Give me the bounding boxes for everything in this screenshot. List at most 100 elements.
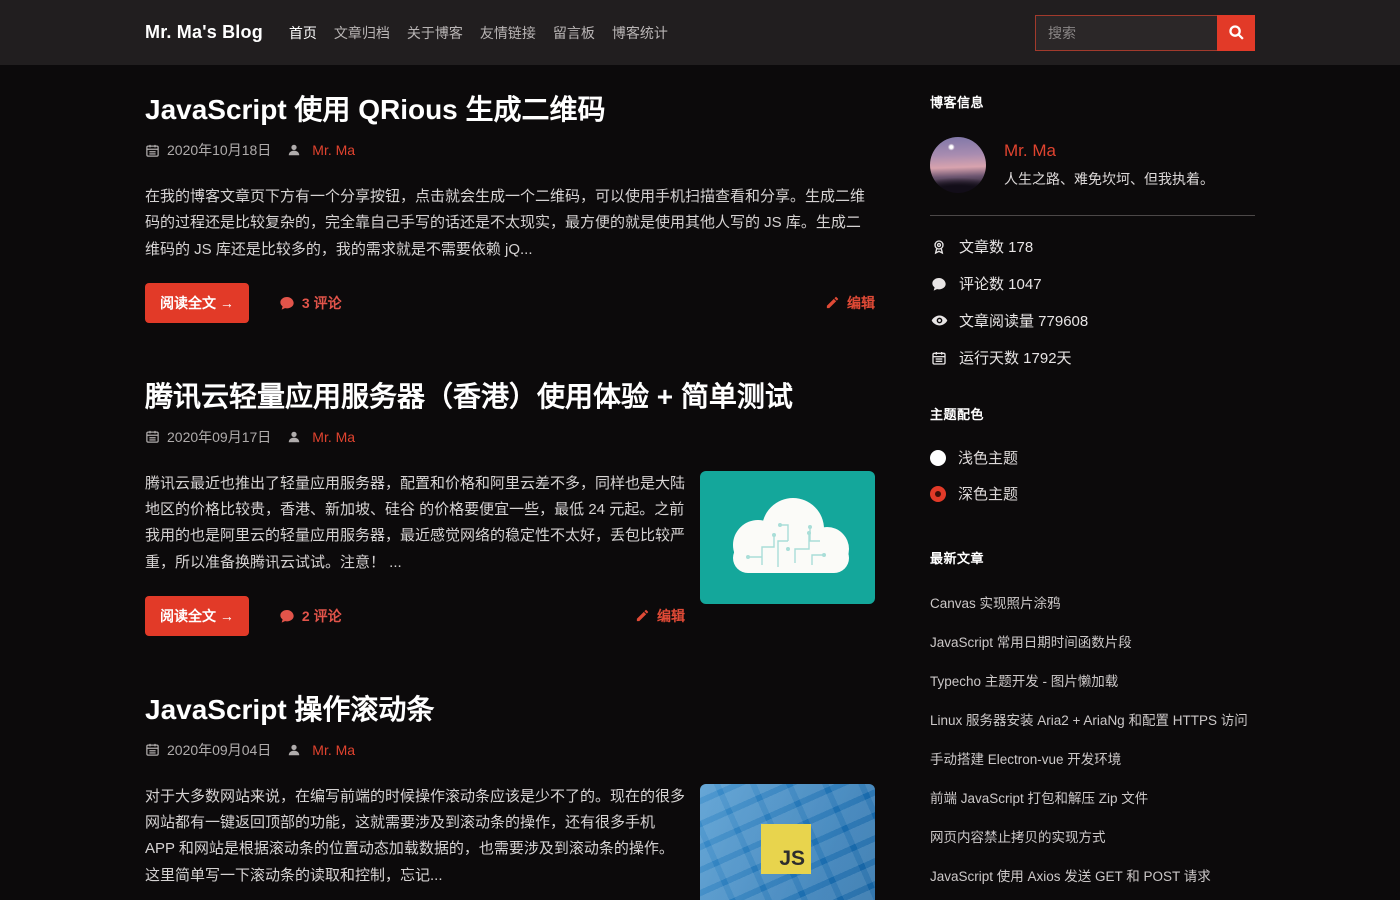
post-thumbnail-cloud[interactable]	[700, 471, 875, 604]
post-author-link[interactable]: Mr. Ma	[312, 142, 355, 158]
js-logo-icon: JS	[761, 824, 811, 874]
calendar-icon	[145, 742, 160, 757]
nav-item-archive[interactable]: 文章归档	[334, 23, 390, 43]
medal-icon	[930, 239, 948, 255]
post-author-link[interactable]: Mr. Ma	[312, 742, 355, 758]
nav-item-statistics[interactable]: 博客统计	[612, 23, 668, 43]
post-card: 腾讯云轻量应用服务器（香港）使用体验 + 简单测试 2020年09月17日	[145, 379, 875, 636]
read-more-button[interactable]: 阅读全文 →	[145, 596, 249, 636]
edit-link[interactable]: 编辑	[825, 293, 875, 313]
stat-label: 评论数 1047	[959, 273, 1042, 294]
theme-option-label: 浅色主题	[958, 447, 1018, 468]
profile-motto: 人生之路、难免坎坷、但我执着。	[1004, 169, 1214, 189]
edit-label: 编辑	[657, 606, 685, 626]
post-excerpt: 腾讯云最近也推出了轻量应用服务器，配置和价格和阿里云差不多，同样也是大陆地区的价…	[145, 471, 685, 576]
radio-light-icon[interactable]	[930, 450, 946, 466]
cloud-circuit-icon	[733, 498, 849, 573]
nav-item-home[interactable]: 首页	[289, 23, 317, 43]
comment-bubble-icon	[279, 295, 295, 311]
stat-label: 运行天数 1792天	[959, 347, 1072, 368]
sidebar: 博客信息 Mr. Ma 人生之路、难免坎坷、但我执着。 文章数 178	[930, 92, 1255, 900]
recent-post-item: Typecho 主题开发 - 图片懒加载	[930, 670, 1255, 691]
post-excerpt: 对于大多数网站来说，在编写前端的时候操作滚动条应该是少不了的。现在的很多网站都有…	[145, 784, 685, 889]
recent-post-link[interactable]: Canvas 实现照片涂鸦	[930, 596, 1061, 611]
post-card: JavaScript 操作滚动条 2020年09月04日 Mr.	[145, 692, 875, 900]
post-date: 2020年09月04日	[167, 740, 271, 760]
post-title-link[interactable]: JavaScript 使用 QRious 生成二维码	[145, 92, 606, 127]
recent-posts-title: 最新文章	[930, 548, 1255, 567]
stat-label: 文章数 178	[959, 236, 1033, 257]
post-meta: 2020年10月18日 Mr. Ma	[145, 140, 875, 160]
top-navbar: Mr. Ma's Blog 首页 文章归档 关于博客 友情链接 留言板 博客统计	[0, 0, 1400, 65]
nav-item-about[interactable]: 关于博客	[407, 23, 463, 43]
nav-item-links[interactable]: 友情链接	[480, 23, 536, 43]
stat-label: 文章阅读量 779608	[959, 310, 1088, 331]
search-input[interactable]	[1035, 15, 1217, 51]
recent-post-link[interactable]: 手动搭建 Electron-vue 开发环境	[930, 752, 1121, 767]
site-brand[interactable]: Mr. Ma's Blog	[145, 22, 263, 43]
user-icon	[287, 743, 301, 757]
comments-count: 2 评论	[302, 606, 342, 626]
radio-dark-checked-icon[interactable]	[930, 486, 946, 502]
recent-post-link[interactable]: Typecho 主题开发 - 图片懒加载	[930, 674, 1118, 689]
profile-card: Mr. Ma 人生之路、难免坎坷、但我执着。	[930, 137, 1255, 193]
recent-post-item: Linux 服务器安装 Aria2 + AriaNg 和配置 HTTPS 访问	[930, 709, 1255, 730]
edit-link[interactable]: 编辑	[635, 606, 685, 626]
read-more-button[interactable]: 阅读全文 →	[145, 283, 249, 323]
post-author-link[interactable]: Mr. Ma	[312, 429, 355, 445]
eye-icon	[930, 312, 948, 329]
search-widget	[1035, 15, 1255, 51]
post-card: JavaScript 使用 QRious 生成二维码 2020年10月18日	[145, 92, 875, 323]
theme-option-dark[interactable]: 深色主题	[930, 483, 1255, 504]
search-button[interactable]	[1217, 15, 1255, 51]
recent-post-link[interactable]: JavaScript 常用日期时间函数片段	[930, 635, 1132, 650]
user-icon	[287, 143, 301, 157]
comments-count: 3 评论	[302, 293, 342, 313]
recent-post-link[interactable]: 前端 JavaScript 打包和解压 Zip 文件	[930, 791, 1148, 806]
avatar	[930, 137, 986, 193]
recent-post-item: Canvas 实现照片涂鸦	[930, 592, 1255, 613]
stat-read-count: 文章阅读量 779608	[930, 310, 1255, 331]
calendar-icon	[145, 429, 160, 444]
profile-name-link[interactable]: Mr. Ma	[1004, 141, 1214, 161]
user-icon	[287, 430, 301, 444]
recent-post-link[interactable]: Linux 服务器安装 Aria2 + AriaNg 和配置 HTTPS 访问	[930, 713, 1248, 728]
post-date: 2020年10月18日	[167, 140, 271, 160]
comments-link[interactable]: 3 评论	[279, 293, 342, 313]
edit-label: 编辑	[847, 293, 875, 313]
recent-post-item: 前端 JavaScript 打包和解压 Zip 文件	[930, 787, 1255, 808]
nav-item-guestbook[interactable]: 留言板	[553, 23, 595, 43]
blog-stats: 文章数 178 评论数 1047 文章阅读量 779608	[930, 236, 1255, 368]
recent-posts-list: Canvas 实现照片涂鸦 JavaScript 常用日期时间函数片段 Type…	[930, 592, 1255, 900]
post-date: 2020年09月17日	[167, 427, 271, 447]
recent-post-item: JavaScript 常用日期时间函数片段	[930, 631, 1255, 652]
pencil-icon	[825, 295, 840, 310]
calendar-icon	[930, 350, 948, 366]
search-icon	[1228, 24, 1245, 41]
theme-option-label: 深色主题	[958, 483, 1018, 504]
theme-section-title: 主题配色	[930, 404, 1255, 423]
recent-post-item: 网页内容禁止拷贝的实现方式	[930, 826, 1255, 847]
post-title-link[interactable]: JavaScript 操作滚动条	[145, 692, 434, 727]
comment-bubble-icon	[279, 608, 295, 624]
post-title-link[interactable]: 腾讯云轻量应用服务器（香港）使用体验 + 简单测试	[145, 379, 793, 414]
blog-info-title: 博客信息	[930, 92, 1255, 111]
calendar-icon	[145, 143, 160, 158]
post-meta: 2020年09月17日 Mr. Ma	[145, 427, 875, 447]
stat-running-days: 运行天数 1792天	[930, 347, 1255, 368]
post-meta: 2020年09月04日 Mr. Ma	[145, 740, 875, 760]
recent-post-item: JavaScript 使用 Axios 发送 GET 和 POST 请求	[930, 865, 1255, 886]
comment-icon	[930, 276, 948, 292]
pencil-icon	[635, 608, 650, 623]
post-list: JavaScript 使用 QRious 生成二维码 2020年10月18日	[145, 92, 875, 900]
theme-option-light[interactable]: 浅色主题	[930, 447, 1255, 468]
post-thumbnail-js[interactable]: JS	[700, 784, 875, 900]
recent-post-link[interactable]: JavaScript 使用 Axios 发送 GET 和 POST 请求	[930, 869, 1211, 884]
stat-comment-count: 评论数 1047	[930, 273, 1255, 294]
recent-post-item: 手动搭建 Electron-vue 开发环境	[930, 748, 1255, 769]
post-excerpt: 在我的博客文章页下方有一个分享按钮，点击就会生成一个二维码，可以使用手机扫描查看…	[145, 184, 875, 263]
recent-post-link[interactable]: 网页内容禁止拷贝的实现方式	[930, 830, 1106, 845]
main-nav: 首页 文章归档 关于博客 友情链接 留言板 博客统计	[289, 23, 685, 43]
comments-link[interactable]: 2 评论	[279, 606, 342, 626]
stat-article-count: 文章数 178	[930, 236, 1255, 257]
